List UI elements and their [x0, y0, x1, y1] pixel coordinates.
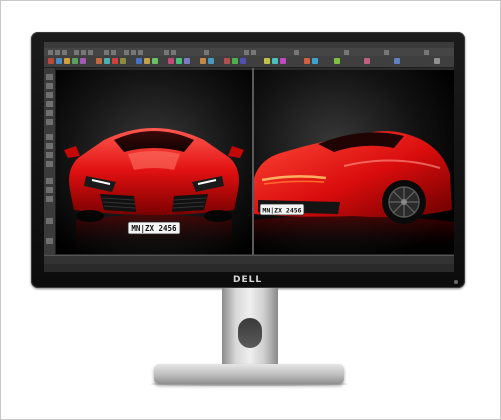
toolbar-icon[interactable] [72, 58, 78, 64]
toolbar-icon[interactable] [111, 50, 116, 55]
toolbar-icon[interactable] [112, 58, 118, 64]
toolbar-icon[interactable] [240, 58, 246, 64]
toolbar-icon[interactable] [272, 58, 278, 64]
toolbar-icon[interactable] [364, 58, 370, 64]
toolbar-icon[interactable] [104, 58, 110, 64]
toolbar-icon[interactable] [232, 58, 238, 64]
side-toolbar [44, 68, 56, 258]
toolbar-icon[interactable] [152, 58, 158, 64]
timeline-bar[interactable] [44, 255, 454, 264]
side-toolbar-icon[interactable] [46, 161, 53, 167]
stand-base [154, 364, 344, 384]
toolbar-icon[interactable] [264, 58, 270, 64]
toolbar-icon[interactable] [81, 50, 86, 55]
monitor-screen: MN|ZX 2456 MN|ZX 2456 [44, 42, 454, 272]
toolbar-icon[interactable] [48, 50, 53, 55]
power-button-icon[interactable] [454, 280, 458, 284]
toolbar-icon[interactable] [120, 58, 126, 64]
toolbar-icon[interactable] [176, 58, 182, 64]
toolbar-icon[interactable] [434, 58, 440, 64]
toolbar-icon[interactable] [80, 58, 86, 64]
side-toolbar-icon[interactable] [46, 110, 53, 116]
toolbar-icon[interactable] [96, 58, 102, 64]
toolbar-icon[interactable] [208, 58, 214, 64]
side-toolbar-icon[interactable] [46, 178, 53, 184]
toolbar-icon[interactable] [334, 58, 340, 64]
status-line [44, 264, 454, 272]
toolbar-icon[interactable] [424, 50, 429, 55]
toolbar-icon[interactable] [312, 58, 318, 64]
toolbar-icon[interactable] [88, 50, 93, 55]
toolbar-icon[interactable] [304, 58, 310, 64]
toolbar-icon[interactable] [104, 50, 109, 55]
toolbar-icon[interactable] [64, 58, 70, 64]
toolbar-icon[interactable] [200, 58, 206, 64]
car-front-render: MN|ZX 2456 [56, 70, 252, 254]
toolbar-icon[interactable] [124, 50, 129, 55]
brand-logo: DELL [233, 275, 263, 285]
side-toolbar-icon[interactable] [46, 92, 53, 98]
side-toolbar-icon[interactable] [46, 238, 53, 244]
license-plate-rear: MN|ZX 2456 [262, 207, 301, 216]
toolbar-icon[interactable] [131, 50, 136, 55]
viewport-rear[interactable]: MN|ZX 2456 [254, 70, 454, 254]
side-toolbar-icon[interactable] [46, 134, 53, 140]
cable-slot [238, 318, 262, 348]
license-plate-front: MN|ZX 2456 [131, 224, 177, 234]
toolbar-icon[interactable] [171, 50, 176, 55]
app-toolbar-shelf [44, 56, 454, 68]
toolbar-icon[interactable] [251, 50, 256, 55]
side-toolbar-icon[interactable] [46, 196, 53, 202]
side-toolbar-icon[interactable] [46, 143, 53, 149]
toolbar-icon[interactable] [384, 50, 389, 55]
toolbar-icon[interactable] [74, 50, 79, 55]
toolbar-icon[interactable] [164, 50, 169, 55]
toolbar-icon[interactable] [56, 58, 62, 64]
side-toolbar-icon[interactable] [46, 187, 53, 193]
toolbar-icon[interactable] [168, 58, 174, 64]
toolbar-icon[interactable] [138, 50, 143, 55]
side-toolbar-icon[interactable] [46, 152, 53, 158]
toolbar-icon[interactable] [244, 50, 249, 55]
side-toolbar-icon[interactable] [46, 101, 53, 107]
toolbar-icon[interactable] [48, 58, 54, 64]
toolbar-icon[interactable] [344, 50, 349, 55]
toolbar-icon[interactable] [224, 58, 230, 64]
toolbar-icon[interactable] [144, 58, 150, 64]
toolbar-icon[interactable] [204, 50, 209, 55]
toolbar-icon[interactable] [62, 50, 67, 55]
side-toolbar-icon[interactable] [46, 218, 53, 224]
side-toolbar-icon[interactable] [46, 74, 53, 80]
app-toolbar-top [44, 48, 454, 56]
toolbar-icon[interactable] [394, 58, 400, 64]
viewport-front[interactable]: MN|ZX 2456 [56, 70, 252, 254]
toolbar-icon[interactable] [55, 50, 60, 55]
toolbar-icon[interactable] [136, 58, 142, 64]
car-rear-render: MN|ZX 2456 [254, 70, 454, 254]
toolbar-icon[interactable] [280, 58, 286, 64]
side-toolbar-icon[interactable] [46, 119, 53, 125]
side-toolbar-icon[interactable] [46, 83, 53, 89]
toolbar-icon[interactable] [294, 50, 299, 55]
toolbar-icon[interactable] [184, 58, 190, 64]
